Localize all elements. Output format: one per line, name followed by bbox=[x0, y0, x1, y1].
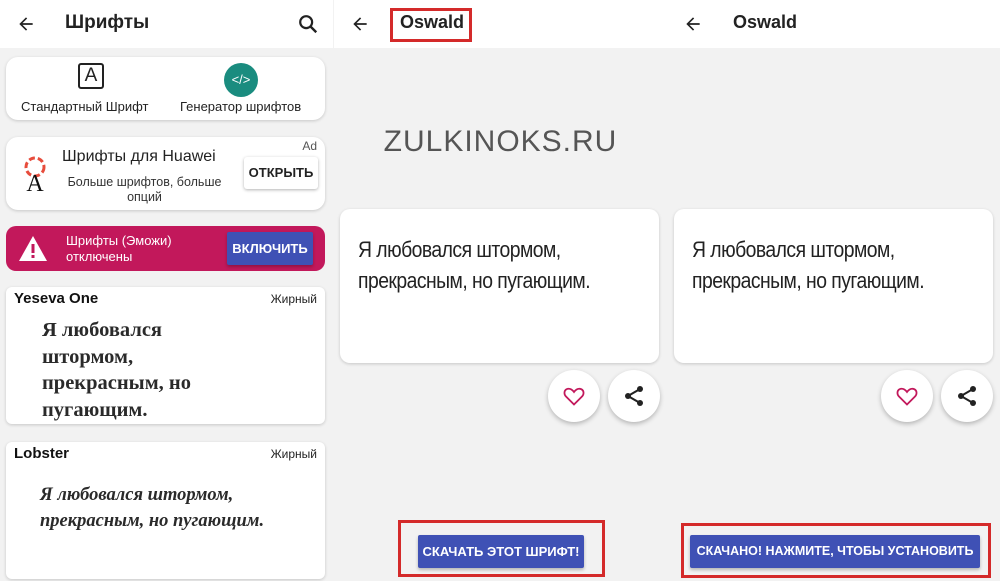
install-font-button[interactable]: СКАЧАНО! НАЖМИТЕ, ЧТОБЫ УСТАНОВИТЬ bbox=[690, 535, 980, 568]
ad-card[interactable]: Ad A Шрифты для Huawei Больше шрифтов, б… bbox=[6, 137, 325, 210]
font-downloaded-screen: Oswald Я любовался штормом, прекрасным, … bbox=[667, 0, 1000, 581]
font-preview-card: Я любовался штормом, прекрасным, но пуга… bbox=[340, 209, 659, 363]
svg-text:A: A bbox=[26, 171, 44, 193]
search-icon[interactable] bbox=[297, 13, 319, 35]
watermark: ZULKINOKS.RU bbox=[383, 125, 618, 158]
font-weight-label: Жирный bbox=[270, 292, 317, 306]
page-title: Шрифты bbox=[65, 12, 150, 33]
heart-icon bbox=[896, 387, 918, 406]
tools-card: A Стандартный Шрифт </> Генератор шрифто… bbox=[6, 57, 325, 120]
font-sample: Я любовался штормом, прекрасным, но пуга… bbox=[40, 485, 265, 531]
share-button[interactable] bbox=[941, 370, 993, 422]
ad-subtitle: Больше шрифтов, больше опций bbox=[67, 175, 222, 204]
ad-open-button[interactable]: ОТКРЫТЬ bbox=[244, 157, 318, 189]
app-bar: Шрифты bbox=[0, 0, 333, 48]
font-weight-label: Жирный bbox=[270, 447, 317, 461]
font-card-lobster[interactable]: Lobster Жирный Я любовался штормом, прек… bbox=[6, 442, 325, 579]
font-name: Lobster bbox=[14, 445, 70, 462]
download-font-button[interactable]: СКАЧАТЬ ЭТОТ ШРИФТ! bbox=[418, 535, 584, 568]
warning-icon bbox=[19, 236, 47, 261]
title-highlight bbox=[390, 8, 472, 42]
ad-title: Шрифты для Huawei bbox=[62, 148, 216, 165]
font-generator-label: Генератор шрифтов bbox=[180, 99, 302, 114]
warning-text: Шрифты (Эможи) отключены bbox=[66, 233, 172, 264]
standard-font-label: Стандартный Шрифт bbox=[21, 99, 149, 114]
enable-emoji-button[interactable]: ВКЛЮЧИТЬ bbox=[227, 232, 313, 265]
font-detail-screen: Oswald ZULKINOKS.RU Я любовался штормом,… bbox=[334, 0, 667, 581]
share-button[interactable] bbox=[608, 370, 660, 422]
page-title: Oswald bbox=[733, 12, 798, 32]
font-list-screen: Шрифты A Стандартный Шрифт </> Генератор… bbox=[0, 0, 333, 581]
share-icon bbox=[625, 386, 643, 406]
font-preview-text: Я любовался штормом, прекрасным, но пуга… bbox=[692, 237, 925, 293]
app-bar: Oswald bbox=[334, 0, 667, 48]
font-preview-text: Я любовался штормом, прекрасным, но пуга… bbox=[358, 237, 591, 293]
font-app-logo-icon: A bbox=[24, 156, 46, 193]
ad-badge: Ad bbox=[302, 139, 317, 153]
back-arrow-icon[interactable] bbox=[683, 14, 703, 34]
font-name: Yeseva One bbox=[14, 290, 99, 307]
font-card-yeseva[interactable]: Yeseva One Жирный Я любовался штормом, п… bbox=[6, 287, 325, 424]
font-generator-button[interactable]: </> Генератор шрифтов bbox=[178, 61, 313, 117]
code-icon: </> bbox=[224, 63, 258, 97]
emoji-warning-banner: Шрифты (Эможи) отключены ВКЛЮЧИТЬ bbox=[6, 226, 325, 271]
font-sample: Я любовался штормом, прекрасным, но пуга… bbox=[42, 319, 191, 421]
heart-icon bbox=[563, 387, 585, 406]
back-arrow-icon[interactable] bbox=[350, 14, 370, 34]
share-icon bbox=[958, 386, 976, 406]
font-preview-card: Я любовался штормом, прекрасным, но пуга… bbox=[674, 209, 993, 363]
favorite-button[interactable] bbox=[881, 370, 933, 422]
standard-font-button[interactable]: A Стандартный Шрифт bbox=[21, 61, 151, 117]
font-a-icon: A bbox=[78, 63, 104, 89]
app-bar: Oswald bbox=[667, 0, 1000, 48]
favorite-button[interactable] bbox=[548, 370, 600, 422]
back-arrow-icon[interactable] bbox=[16, 14, 36, 34]
